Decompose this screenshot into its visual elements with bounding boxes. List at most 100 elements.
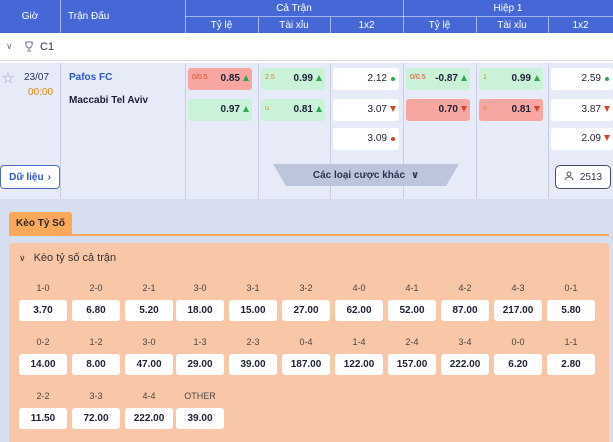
score-label: 0-0: [511, 337, 525, 347]
score-odd-button[interactable]: 5.80: [547, 300, 595, 321]
odd-half-under[interactable]: u 0.81: [479, 99, 543, 121]
odd-full-handicap-away[interactable]: 0.97: [188, 99, 252, 121]
score-label: 3-3: [89, 391, 103, 401]
score-odd-button[interactable]: 87.00: [441, 300, 489, 321]
header-match: Trận Đấu: [68, 11, 110, 22]
score-odd-button[interactable]: 39.00: [176, 408, 224, 429]
header-overunder: Tài xỉu: [279, 19, 309, 31]
score-odd-button[interactable]: 11.50: [19, 408, 67, 429]
odd-half-1x2-draw[interactable]: 3.87: [551, 99, 613, 121]
score-odd-button[interactable]: 18.00: [176, 300, 224, 321]
score-label: 4-4: [142, 391, 156, 401]
trend-dot-icon: [605, 77, 609, 81]
match-date: 23/07: [24, 72, 50, 83]
odd-half-1x2-away[interactable]: 2.09: [551, 128, 613, 150]
score-odd-button[interactable]: 217.00: [494, 300, 542, 321]
score-odd-button[interactable]: 222.00: [125, 408, 173, 429]
header-overunder-h1: Tài xỉu: [497, 19, 527, 31]
odd-value: 0.85: [220, 73, 240, 84]
score-label: 3-1: [246, 283, 260, 293]
away-team[interactable]: Maccabi Tel Aviv: [69, 95, 148, 106]
score-odd-button[interactable]: 47.00: [125, 354, 173, 375]
chevron-down-icon[interactable]: ∨: [6, 41, 18, 52]
trend-dot-icon: [391, 137, 395, 141]
odd-full-1x2-draw[interactable]: 3.07: [333, 99, 399, 121]
odd-value: 3.07: [367, 104, 387, 115]
viewer-count: 2513: [579, 171, 603, 183]
score-odd-button[interactable]: 222.00: [441, 354, 489, 375]
league-row[interactable]: ∨ C1: [0, 33, 613, 61]
trend-up-icon: [316, 106, 322, 112]
odd-half-over[interactable]: 1 0.99: [479, 68, 543, 90]
score-odd-button[interactable]: 14.00: [19, 354, 67, 375]
header-1x2: 1x2: [358, 19, 375, 31]
trend-up-icon: [534, 75, 540, 81]
handicap-line: 0/0.5: [410, 74, 426, 81]
table-header: Giờ Trận Đấu Cả Trận Hiệp 1 Tỷ lệ Tài xỉ…: [0, 0, 613, 33]
score-odd-button[interactable]: 122.00: [335, 354, 383, 375]
odd-full-under[interactable]: u 0.81: [261, 99, 325, 121]
total-line: 1: [483, 74, 487, 81]
odd-full-handicap-home[interactable]: 0/0.5 0.85: [188, 68, 252, 90]
score-label: 3-0: [193, 283, 207, 293]
chevron-right-icon: ›: [47, 171, 51, 183]
score-odd-button[interactable]: 2.80: [547, 354, 595, 375]
favorite-star-icon[interactable]: ☆: [0, 69, 16, 87]
score-odd-button[interactable]: 6.80: [72, 300, 120, 321]
odd-value: 0.81: [511, 104, 531, 115]
odd-half-handicap-away[interactable]: 0.70: [406, 99, 470, 121]
odd-value: 2.59: [581, 73, 601, 84]
total-line: 2.5: [265, 74, 275, 81]
score-odd-button[interactable]: 27.00: [282, 300, 330, 321]
odd-full-over[interactable]: 2.5 0.99: [261, 68, 325, 90]
odd-value: 0.99: [293, 73, 313, 84]
odd-full-1x2-home[interactable]: 2.12: [333, 68, 399, 90]
score-odd-button[interactable]: 52.00: [388, 300, 436, 321]
odd-value: 3.09: [367, 133, 387, 144]
match-row: ☆ 23/07 00:00 Pafos FC Maccabi Tel Aviv …: [0, 63, 613, 199]
score-odd-button[interactable]: 5.20: [125, 300, 173, 321]
score-odd-button[interactable]: 6.20: [494, 354, 542, 375]
score-odd-button[interactable]: 3.70: [19, 300, 67, 321]
match-time: 00:00: [28, 87, 54, 98]
viewers-button[interactable]: 2513: [555, 165, 611, 189]
score-label: 0-1: [564, 283, 578, 293]
score-label: 0-4: [299, 337, 313, 347]
panel-header[interactable]: ∨ Kèo tỷ số cả trận: [19, 252, 116, 264]
odd-half-1x2-home[interactable]: 2.59: [551, 68, 613, 90]
chevron-down-icon: ∨: [19, 252, 26, 263]
home-team[interactable]: Pafos FC: [69, 72, 112, 83]
match-data-button[interactable]: Dữ liệu ›: [0, 165, 60, 189]
score-odd-button[interactable]: 157.00: [388, 354, 436, 375]
score-odd-button[interactable]: 39.00: [229, 354, 277, 375]
score-label: 0-2: [36, 337, 50, 347]
odd-full-1x2-away[interactable]: 3.09: [333, 128, 399, 150]
header-1x2-h1: 1x2: [572, 19, 589, 31]
header-handicap: Tỷ lệ: [210, 19, 233, 31]
score-label: 4-2: [458, 283, 472, 293]
score-label: 4-3: [511, 283, 525, 293]
score-label: 3-0: [142, 337, 156, 347]
score-odd-button[interactable]: 15.00: [229, 300, 277, 321]
trend-down-icon: [390, 106, 396, 112]
trend-dot-icon: [391, 77, 395, 81]
trend-up-icon: [316, 75, 322, 81]
trophy-icon: [22, 40, 36, 54]
more-bets-button[interactable]: Các loại cược khác ∨: [273, 164, 459, 186]
score-label: 2-0: [89, 283, 103, 293]
score-odd-button[interactable]: 8.00: [72, 354, 120, 375]
score-label: 4-0: [352, 283, 366, 293]
header-handicap-h1: Tỷ lệ: [428, 19, 451, 31]
score-label: 1-1: [564, 337, 578, 347]
odd-value: 0.70: [438, 104, 458, 115]
score-odd-button[interactable]: 187.00: [282, 354, 330, 375]
odd-value: 3.87: [581, 104, 601, 115]
score-odd-button[interactable]: 72.00: [72, 408, 120, 429]
odd-half-handicap-home[interactable]: 0/0.5 -0.87: [406, 68, 470, 90]
score-label: 1-0: [36, 283, 50, 293]
score-odd-button[interactable]: 62.00: [335, 300, 383, 321]
tab-correct-score[interactable]: Kèo Tỷ Số: [9, 212, 72, 234]
correct-score-section: Kèo Tỷ Số ∨ Kèo tỷ số cả trận 1-0 3.70 2-0…: [0, 199, 613, 442]
score-odd-button[interactable]: 29.00: [176, 354, 224, 375]
tab-underline: [9, 234, 609, 236]
